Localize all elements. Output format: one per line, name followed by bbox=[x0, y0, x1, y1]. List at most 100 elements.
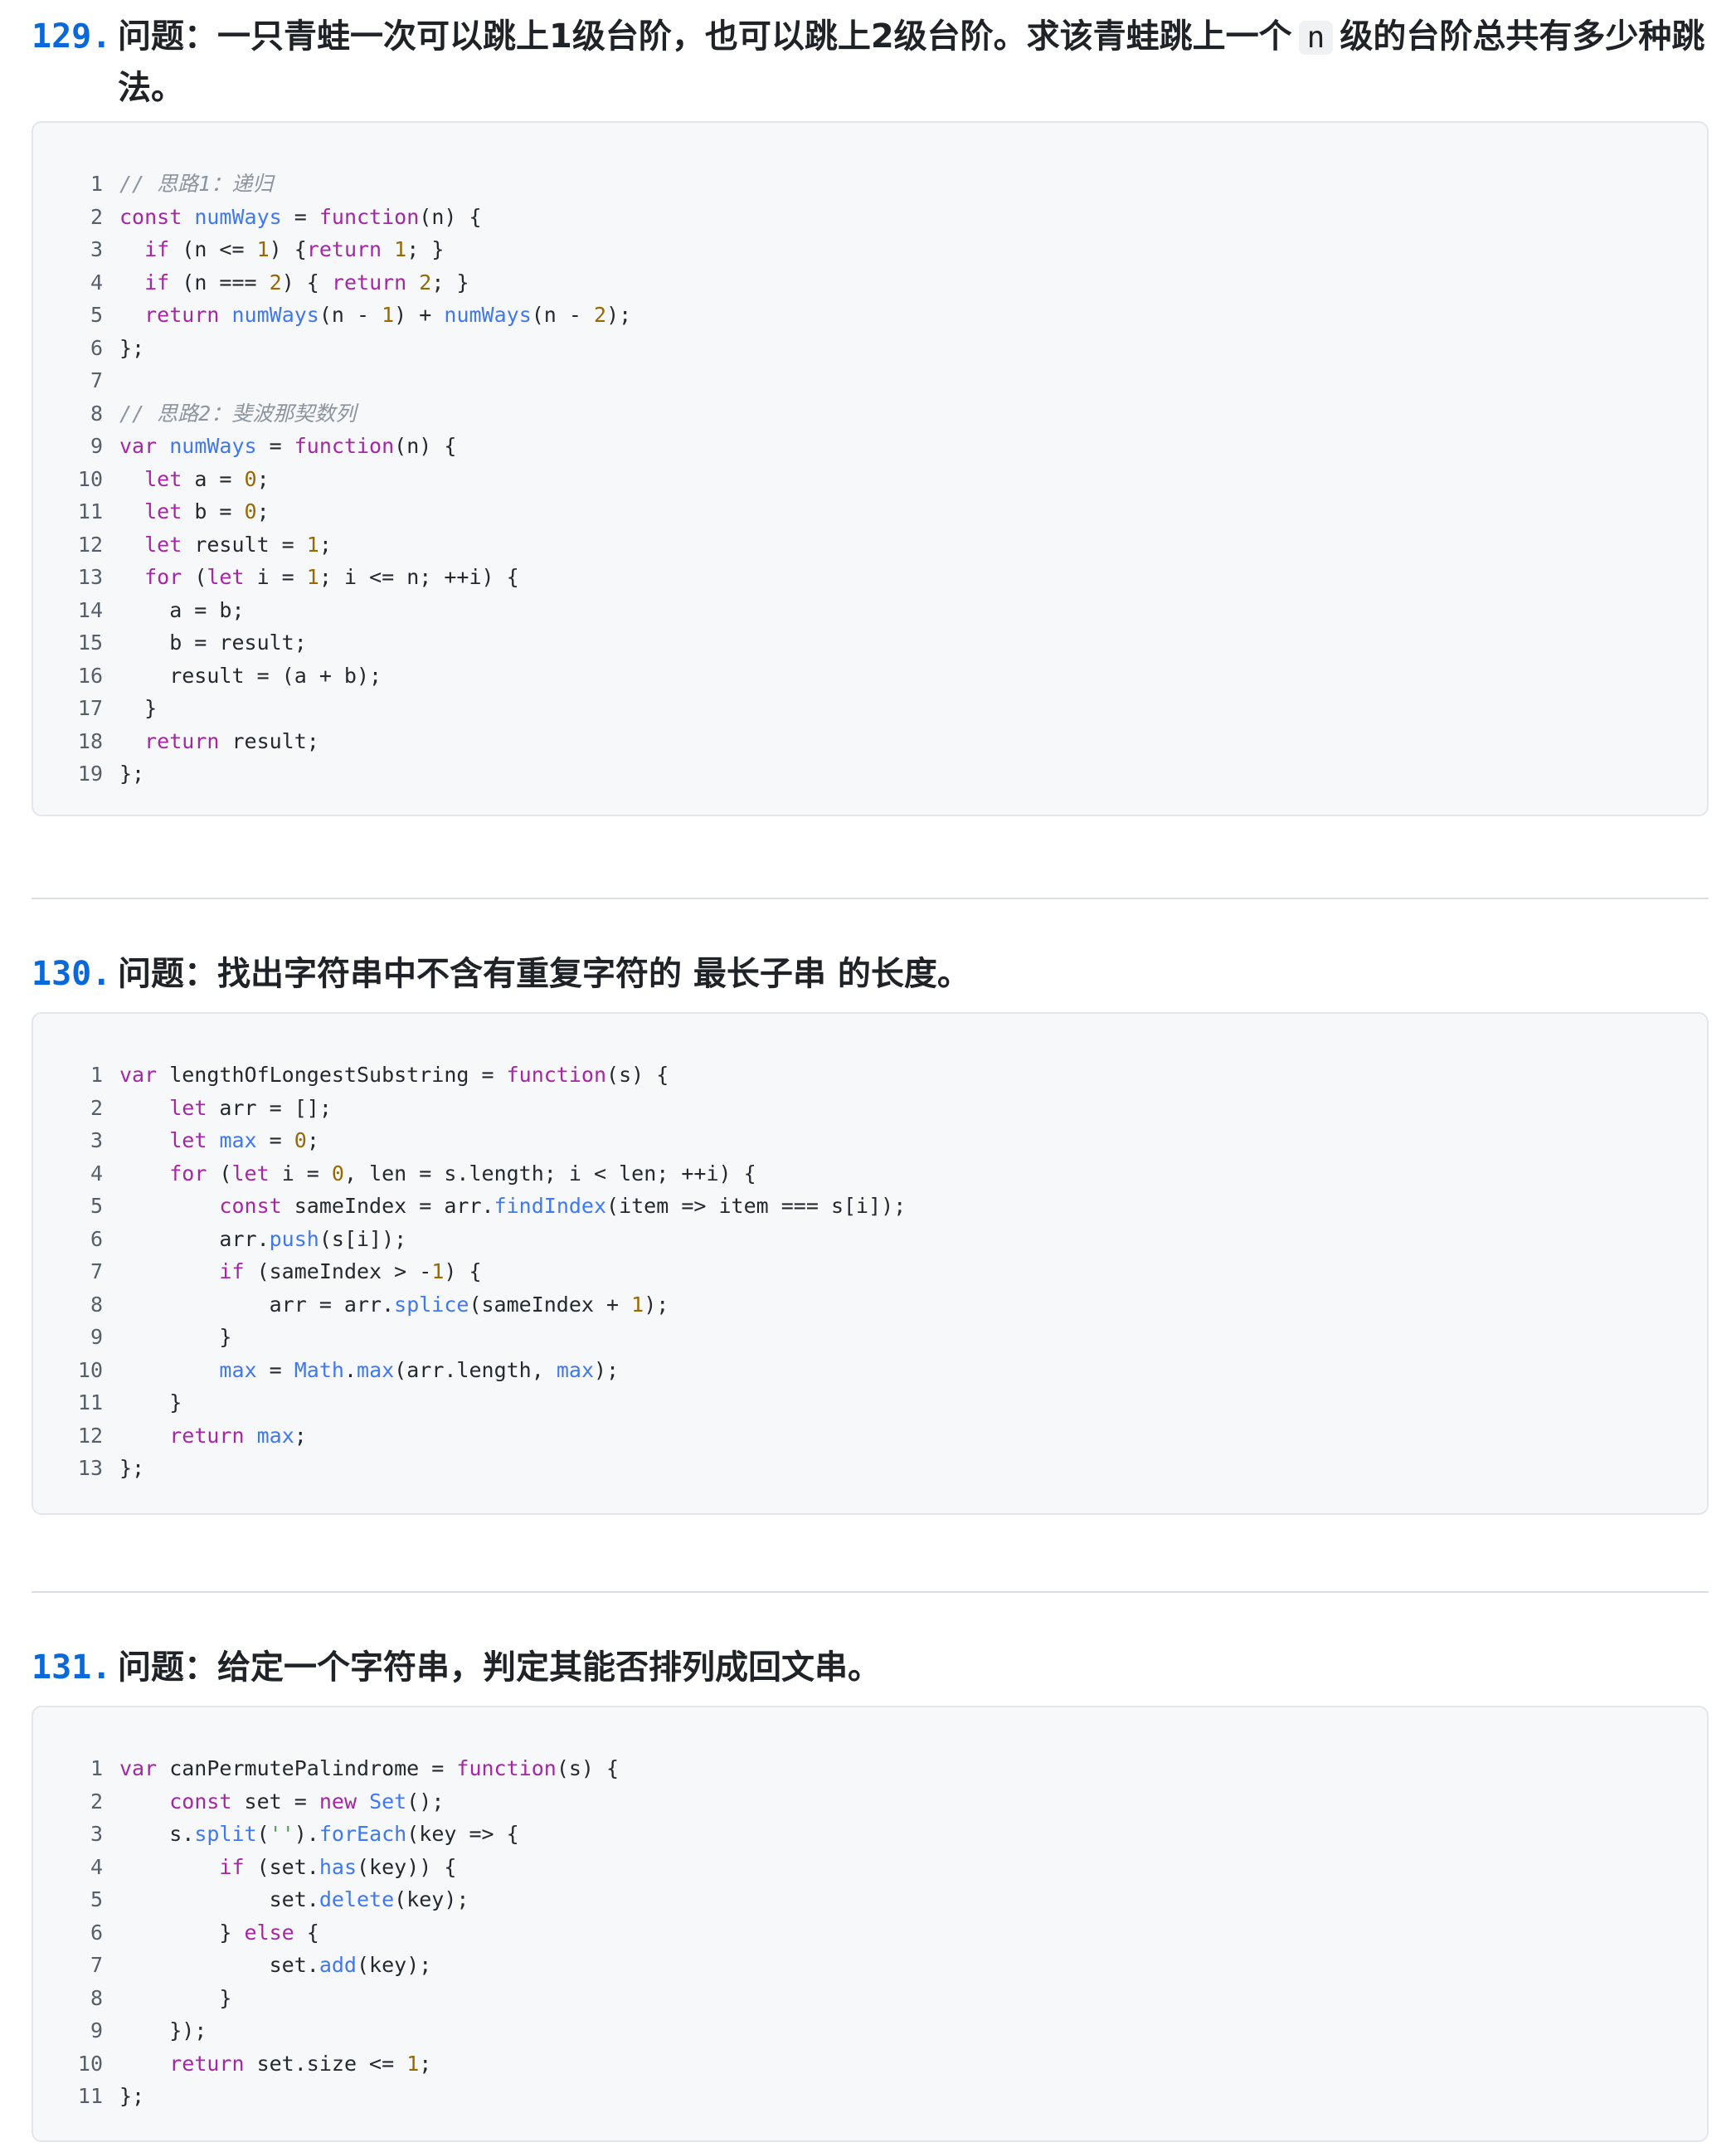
line-number: 6 bbox=[90, 1920, 103, 1945]
line-number: 14 bbox=[77, 597, 103, 622]
code-line: 13 for (let i = 1; i <= n; ++i) { bbox=[33, 561, 1707, 594]
code-text: if (n === 2) { return 2; } bbox=[144, 270, 469, 295]
line-number: 1 bbox=[90, 1063, 103, 1087]
code-text: let a = 0; bbox=[144, 466, 270, 491]
line-number: 8 bbox=[90, 1292, 103, 1317]
code-text: return set.size <= 1; bbox=[169, 2051, 432, 2076]
line-number: 5 bbox=[90, 1194, 103, 1218]
code-line: 8 arr = arr.splice(sameIndex + 1); bbox=[33, 1288, 1707, 1322]
line-number: 9 bbox=[90, 434, 103, 458]
code-text: arr = arr.splice(sameIndex + 1); bbox=[119, 1292, 669, 1317]
code-text: }; bbox=[119, 335, 145, 360]
code-text: let b = 0; bbox=[144, 499, 270, 523]
question-text: 问题：找出字符串中不含有重复字符的 最长子串 的长度。 bbox=[118, 955, 970, 993]
code-text: var numWays = function(n) { bbox=[119, 434, 457, 458]
line-number: 18 bbox=[77, 728, 103, 753]
code-text: if (sameIndex > -1) { bbox=[219, 1259, 482, 1283]
line-number: 1 bbox=[90, 1756, 103, 1780]
line-number: 2 bbox=[90, 1095, 103, 1120]
code-text: for (let i = 0, len = s.length; i < len;… bbox=[169, 1161, 756, 1186]
code-line: 2 const set = new Set(); bbox=[33, 1785, 1707, 1818]
code-line: 4 if (set.has(key)) { bbox=[33, 1851, 1707, 1884]
line-number: 10 bbox=[77, 2051, 103, 2076]
code-text: } else { bbox=[119, 1920, 319, 1945]
code-line: 12 let result = 1; bbox=[33, 528, 1707, 562]
code-line: 5 return numWays(n - 1) + numWays(n - 2)… bbox=[33, 299, 1707, 332]
question-number: 130. bbox=[32, 955, 112, 993]
code-line: 6}; bbox=[33, 332, 1707, 365]
code-text: const set = new Set(); bbox=[169, 1789, 445, 1814]
code-text: set.delete(key); bbox=[119, 1887, 469, 1911]
code-line: 7 if (sameIndex > -1) { bbox=[33, 1255, 1707, 1288]
code-lines: 1 var canPermutePalindrome = function(s) … bbox=[33, 1752, 1707, 2113]
section-divider bbox=[32, 1591, 1709, 1593]
line-number: 19 bbox=[77, 762, 103, 786]
code-lines: 1 var lengthOfLongestSubstring = function… bbox=[33, 1059, 1707, 1485]
code-line: 1 var lengthOfLongestSubstring = function… bbox=[33, 1059, 1707, 1092]
line-number: 3 bbox=[90, 237, 103, 261]
line-number: 6 bbox=[90, 335, 103, 360]
line-number: 13 bbox=[77, 1456, 103, 1480]
code-line: 3 let max = 0; bbox=[33, 1124, 1707, 1157]
line-number: 6 bbox=[90, 1226, 103, 1251]
code-line: 14 a = b; bbox=[33, 594, 1707, 627]
code-line: 10 max = Math.max(arr.length, max); bbox=[33, 1354, 1707, 1387]
code-text: // 思路2：斐波那契数列 bbox=[119, 401, 357, 426]
code-line: 7 bbox=[33, 364, 1707, 397]
line-number: 10 bbox=[77, 466, 103, 491]
line-number: 7 bbox=[90, 368, 103, 392]
line-number: 4 bbox=[90, 1161, 103, 1186]
code-text: // 思路1：递归 bbox=[119, 172, 274, 196]
line-number: 1 bbox=[90, 172, 103, 196]
line-number: 7 bbox=[90, 1259, 103, 1283]
question-number: 131. bbox=[32, 1648, 112, 1687]
code-line: 12 return max; bbox=[33, 1419, 1707, 1453]
code-line: 11 } bbox=[33, 1386, 1707, 1419]
code-line: 15 b = result; bbox=[33, 626, 1707, 660]
code-line: 8 } bbox=[33, 1982, 1707, 2015]
code-line: 19}; bbox=[33, 757, 1707, 791]
line-number: 11 bbox=[77, 499, 103, 523]
code-text: }; bbox=[119, 2084, 145, 2108]
code-line: 1 var canPermutePalindrome = function(s) … bbox=[33, 1752, 1707, 1785]
code-line: 4 for (let i = 0, len = s.length; i < le… bbox=[33, 1157, 1707, 1190]
line-number: 9 bbox=[90, 1325, 103, 1349]
code-line: 18 return result; bbox=[33, 725, 1707, 758]
code-text: const sameIndex = arr.findIndex(item => … bbox=[219, 1194, 907, 1218]
code-block-131: 1 var canPermutePalindrome = function(s) … bbox=[32, 1706, 1709, 2142]
question-title-131: 131. 问题：给定一个字符串，判定其能否排列成回文串。 bbox=[32, 1643, 1711, 1692]
code-line: 8 // 思路2：斐波那契数列 bbox=[33, 397, 1707, 431]
code-line: 2 let arr = []; bbox=[33, 1092, 1707, 1125]
inline-code: n bbox=[1298, 21, 1334, 55]
line-number: 4 bbox=[90, 270, 103, 295]
code-text: set.add(key); bbox=[119, 1953, 432, 1977]
code-text: if (n <= 1) {return 1; } bbox=[144, 237, 445, 261]
code-line: 9 }); bbox=[33, 2014, 1707, 2047]
code-text: const numWays = function(n) { bbox=[119, 204, 482, 229]
code-text: } bbox=[119, 1985, 232, 2010]
code-block-129: 1 // 思路1：递归 2 const numWays = function(n) {… bbox=[32, 121, 1709, 816]
code-text: let max = 0; bbox=[169, 1128, 319, 1152]
code-text: for (let i = 1; i <= n; ++i) { bbox=[144, 565, 519, 589]
code-line: 6 } else { bbox=[33, 1916, 1707, 1950]
code-text: if (set.has(key)) { bbox=[219, 1854, 457, 1879]
line-number: 9 bbox=[90, 2018, 103, 2042]
code-line: 2 const numWays = function(n) { bbox=[33, 201, 1707, 234]
question-text-before: 问题：一只青蛙一次可以跳上1级台阶，也可以跳上2级台阶。求该青蛙跳上一个 bbox=[118, 17, 1292, 56]
code-line: 5 set.delete(key); bbox=[33, 1883, 1707, 1916]
code-line: 9 var numWays = function(n) { bbox=[33, 430, 1707, 463]
code-line: 11}; bbox=[33, 2080, 1707, 2113]
code-text: a = b; bbox=[119, 597, 245, 622]
code-line: 9 } bbox=[33, 1321, 1707, 1354]
code-line: 17 } bbox=[33, 692, 1707, 725]
code-line: 11 let b = 0; bbox=[33, 495, 1707, 528]
line-number: 7 bbox=[90, 1953, 103, 1977]
code-text: return result; bbox=[144, 728, 319, 753]
line-number: 3 bbox=[90, 1128, 103, 1152]
question-number: 129. bbox=[32, 17, 112, 56]
line-number: 2 bbox=[90, 204, 103, 229]
line-number: 2 bbox=[90, 1789, 103, 1814]
code-text: return numWays(n - 1) + numWays(n - 2); bbox=[144, 303, 632, 327]
code-line: 10 return set.size <= 1; bbox=[33, 2047, 1707, 2081]
code-text: return max; bbox=[169, 1423, 307, 1448]
